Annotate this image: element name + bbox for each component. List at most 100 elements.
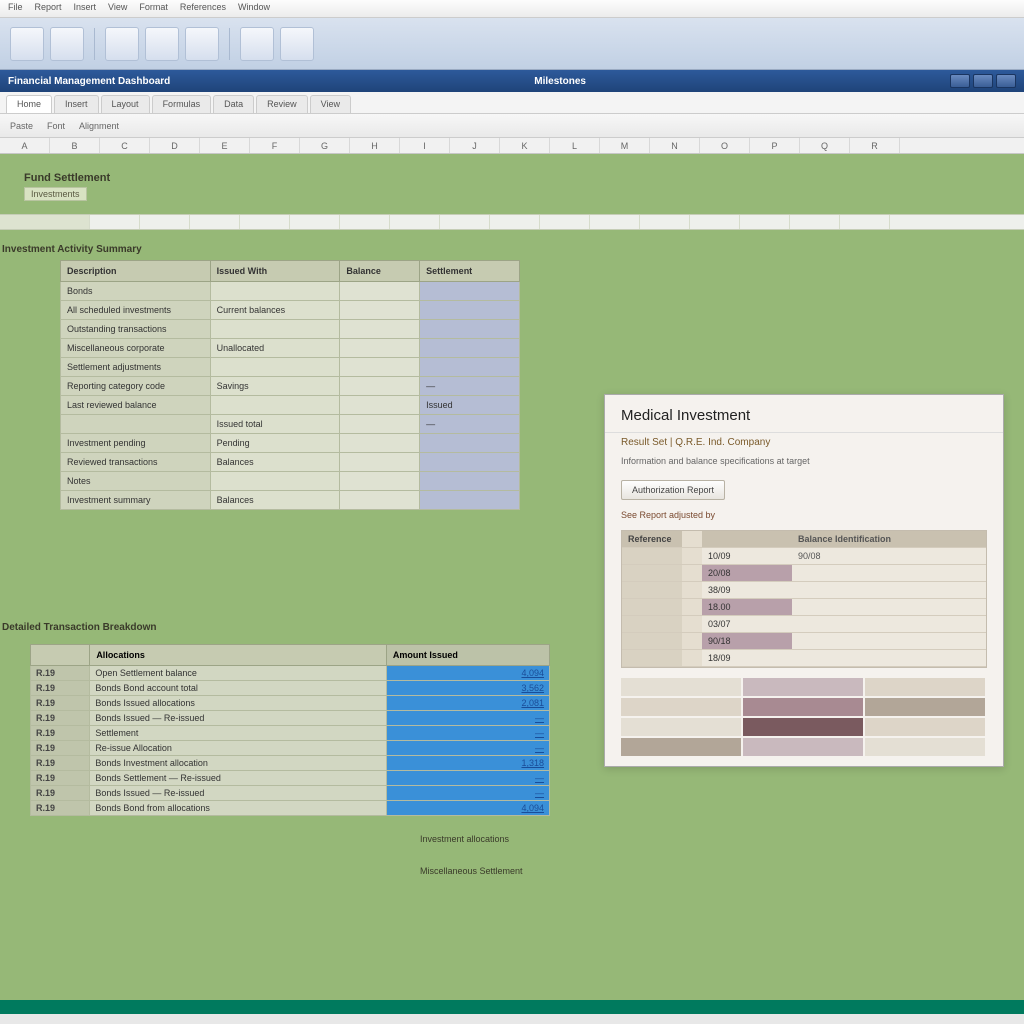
tab-home[interactable]: Home <box>6 95 52 113</box>
lower-grid-row[interactable]: R.19Bonds Settlement — Re-issued— <box>31 771 550 786</box>
cell[interactable]: Settlement adjustments <box>61 358 211 377</box>
main-grid-row[interactable]: Investment summaryBalances <box>61 491 520 510</box>
lg-idx[interactable]: R.19 <box>31 801 90 816</box>
menu-file[interactable]: File <box>8 2 23 15</box>
main-grid-row[interactable]: Issued total — <box>61 415 520 434</box>
lg-amt[interactable]: — <box>386 771 549 786</box>
lg-amt[interactable]: 3,562 <box>386 681 549 696</box>
main-grid-row[interactable]: Settlement adjustments <box>61 358 520 377</box>
cell[interactable] <box>340 415 420 434</box>
cell[interactable] <box>340 320 420 339</box>
main-grid-row[interactable]: Bonds <box>61 282 520 301</box>
lower-grid-row[interactable]: R.19Bonds Bond account total3,562 <box>31 681 550 696</box>
sc-row[interactable]: 90/18 <box>622 633 986 650</box>
main-grid-row[interactable]: Investment pendingPending <box>61 434 520 453</box>
col-N[interactable]: N <box>650 138 700 153</box>
main-grid-row[interactable]: Miscellaneous corporateUnallocated <box>61 339 520 358</box>
main-grid-row[interactable]: Reporting category codeSavings— <box>61 377 520 396</box>
lower-grid-row[interactable]: R.19Bonds Issued — Re-issued— <box>31 711 550 726</box>
main-grid-row[interactable]: Outstanding transactions <box>61 320 520 339</box>
cell[interactable] <box>340 282 420 301</box>
lower-grid-row[interactable]: R.19Bonds Bond from allocations4,094 <box>31 801 550 816</box>
col-G[interactable]: G <box>300 138 350 153</box>
cell[interactable] <box>420 491 520 510</box>
cell[interactable]: — <box>420 415 520 434</box>
cell[interactable] <box>420 472 520 491</box>
cell[interactable] <box>340 358 420 377</box>
lower-grid-row[interactable]: R.19 Re-issue Allocation— <box>31 741 550 756</box>
lg-amt[interactable]: 2,081 <box>386 696 549 711</box>
lg-idx[interactable]: R.19 <box>31 681 90 696</box>
sc-row[interactable]: 20/08 <box>622 565 986 582</box>
cell[interactable]: Reporting category code <box>61 377 211 396</box>
cell[interactable]: Pending <box>210 434 340 453</box>
menu-window[interactable]: Window <box>238 2 270 15</box>
toolbar-button-7[interactable] <box>280 27 314 61</box>
col-I[interactable]: I <box>400 138 450 153</box>
sc-row[interactable]: 03/07 <box>622 616 986 633</box>
col-K[interactable]: K <box>500 138 550 153</box>
cell[interactable] <box>340 377 420 396</box>
ribbon-group-1[interactable]: Paste <box>10 121 33 131</box>
cell[interactable]: Balances <box>210 453 340 472</box>
cell[interactable] <box>61 415 211 434</box>
lg-idx[interactable]: R.19 <box>31 666 90 681</box>
cell[interactable]: Investment pending <box>61 434 211 453</box>
col-A[interactable]: A <box>0 138 50 153</box>
cell[interactable] <box>340 472 420 491</box>
lg-cat[interactable]: Bonds Issued allocations <box>90 696 387 711</box>
lg-amt[interactable]: — <box>386 711 549 726</box>
toolbar-button-3[interactable] <box>105 27 139 61</box>
cell[interactable] <box>420 339 520 358</box>
sc-row[interactable]: 38/09 <box>622 582 986 599</box>
lg-cat[interactable]: Bonds Issued — Re-issued <box>90 711 387 726</box>
lg-cat[interactable]: Settlement <box>90 726 387 741</box>
tab-insert[interactable]: Insert <box>54 95 99 113</box>
lg-idx[interactable]: R.19 <box>31 726 90 741</box>
lg-cat[interactable]: Bonds Settlement — Re-issued <box>90 771 387 786</box>
cell[interactable] <box>340 434 420 453</box>
tab-formulas[interactable]: Formulas <box>152 95 212 113</box>
lower-grid-row[interactable]: R.19 Settlement— <box>31 726 550 741</box>
col-L[interactable]: L <box>550 138 600 153</box>
col-F[interactable]: F <box>250 138 300 153</box>
cell[interactable] <box>210 396 340 415</box>
cell[interactable] <box>420 434 520 453</box>
cell[interactable]: Notes <box>61 472 211 491</box>
window-close-button[interactable] <box>996 74 1016 88</box>
cell[interactable]: Current balances <box>210 301 340 320</box>
lower-grid-row[interactable]: R.19Bonds Issued — Re-issued— <box>31 786 550 801</box>
cell[interactable]: Balances <box>210 491 340 510</box>
cell[interactable] <box>420 453 520 472</box>
lg-idx[interactable]: R.19 <box>31 711 90 726</box>
cell[interactable] <box>340 396 420 415</box>
menu-format[interactable]: Format <box>139 2 168 15</box>
col-R[interactable]: R <box>850 138 900 153</box>
lg-cat[interactable]: Bonds Investment allocation <box>90 756 387 771</box>
toolbar-button-1[interactable] <box>10 27 44 61</box>
col-B[interactable]: B <box>50 138 100 153</box>
sc-row[interactable]: 18.00 <box>622 599 986 616</box>
cell[interactable] <box>210 358 340 377</box>
lower-grid-row[interactable]: R.19Bonds Issued allocations2,081 <box>31 696 550 711</box>
col-D[interactable]: D <box>150 138 200 153</box>
lg-cat[interactable]: Bonds Issued — Re-issued <box>90 786 387 801</box>
lg-amt[interactable]: — <box>386 726 549 741</box>
lg-cat[interactable]: Open Settlement balance <box>90 666 387 681</box>
lg-idx[interactable]: R.19 <box>31 786 90 801</box>
lg-cat[interactable]: Bonds Bond account total <box>90 681 387 696</box>
lg-amt[interactable]: 1,318 <box>386 756 549 771</box>
sc-hdr-bal[interactable]: Balance Identification <box>792 531 986 547</box>
cell[interactable] <box>210 472 340 491</box>
main-grid-row[interactable]: Reviewed transactionsBalances <box>61 453 520 472</box>
tab-review[interactable]: Review <box>256 95 308 113</box>
cell[interactable]: Outstanding transactions <box>61 320 211 339</box>
cell[interactable]: Issued total <box>210 415 340 434</box>
lg-cat[interactable]: Bonds Bond from allocations <box>90 801 387 816</box>
tab-layout[interactable]: Layout <box>101 95 150 113</box>
col-H[interactable]: H <box>350 138 400 153</box>
lg-idx[interactable]: R.19 <box>31 696 90 711</box>
col-E[interactable]: E <box>200 138 250 153</box>
cell[interactable] <box>420 320 520 339</box>
toolbar-button-5[interactable] <box>185 27 219 61</box>
